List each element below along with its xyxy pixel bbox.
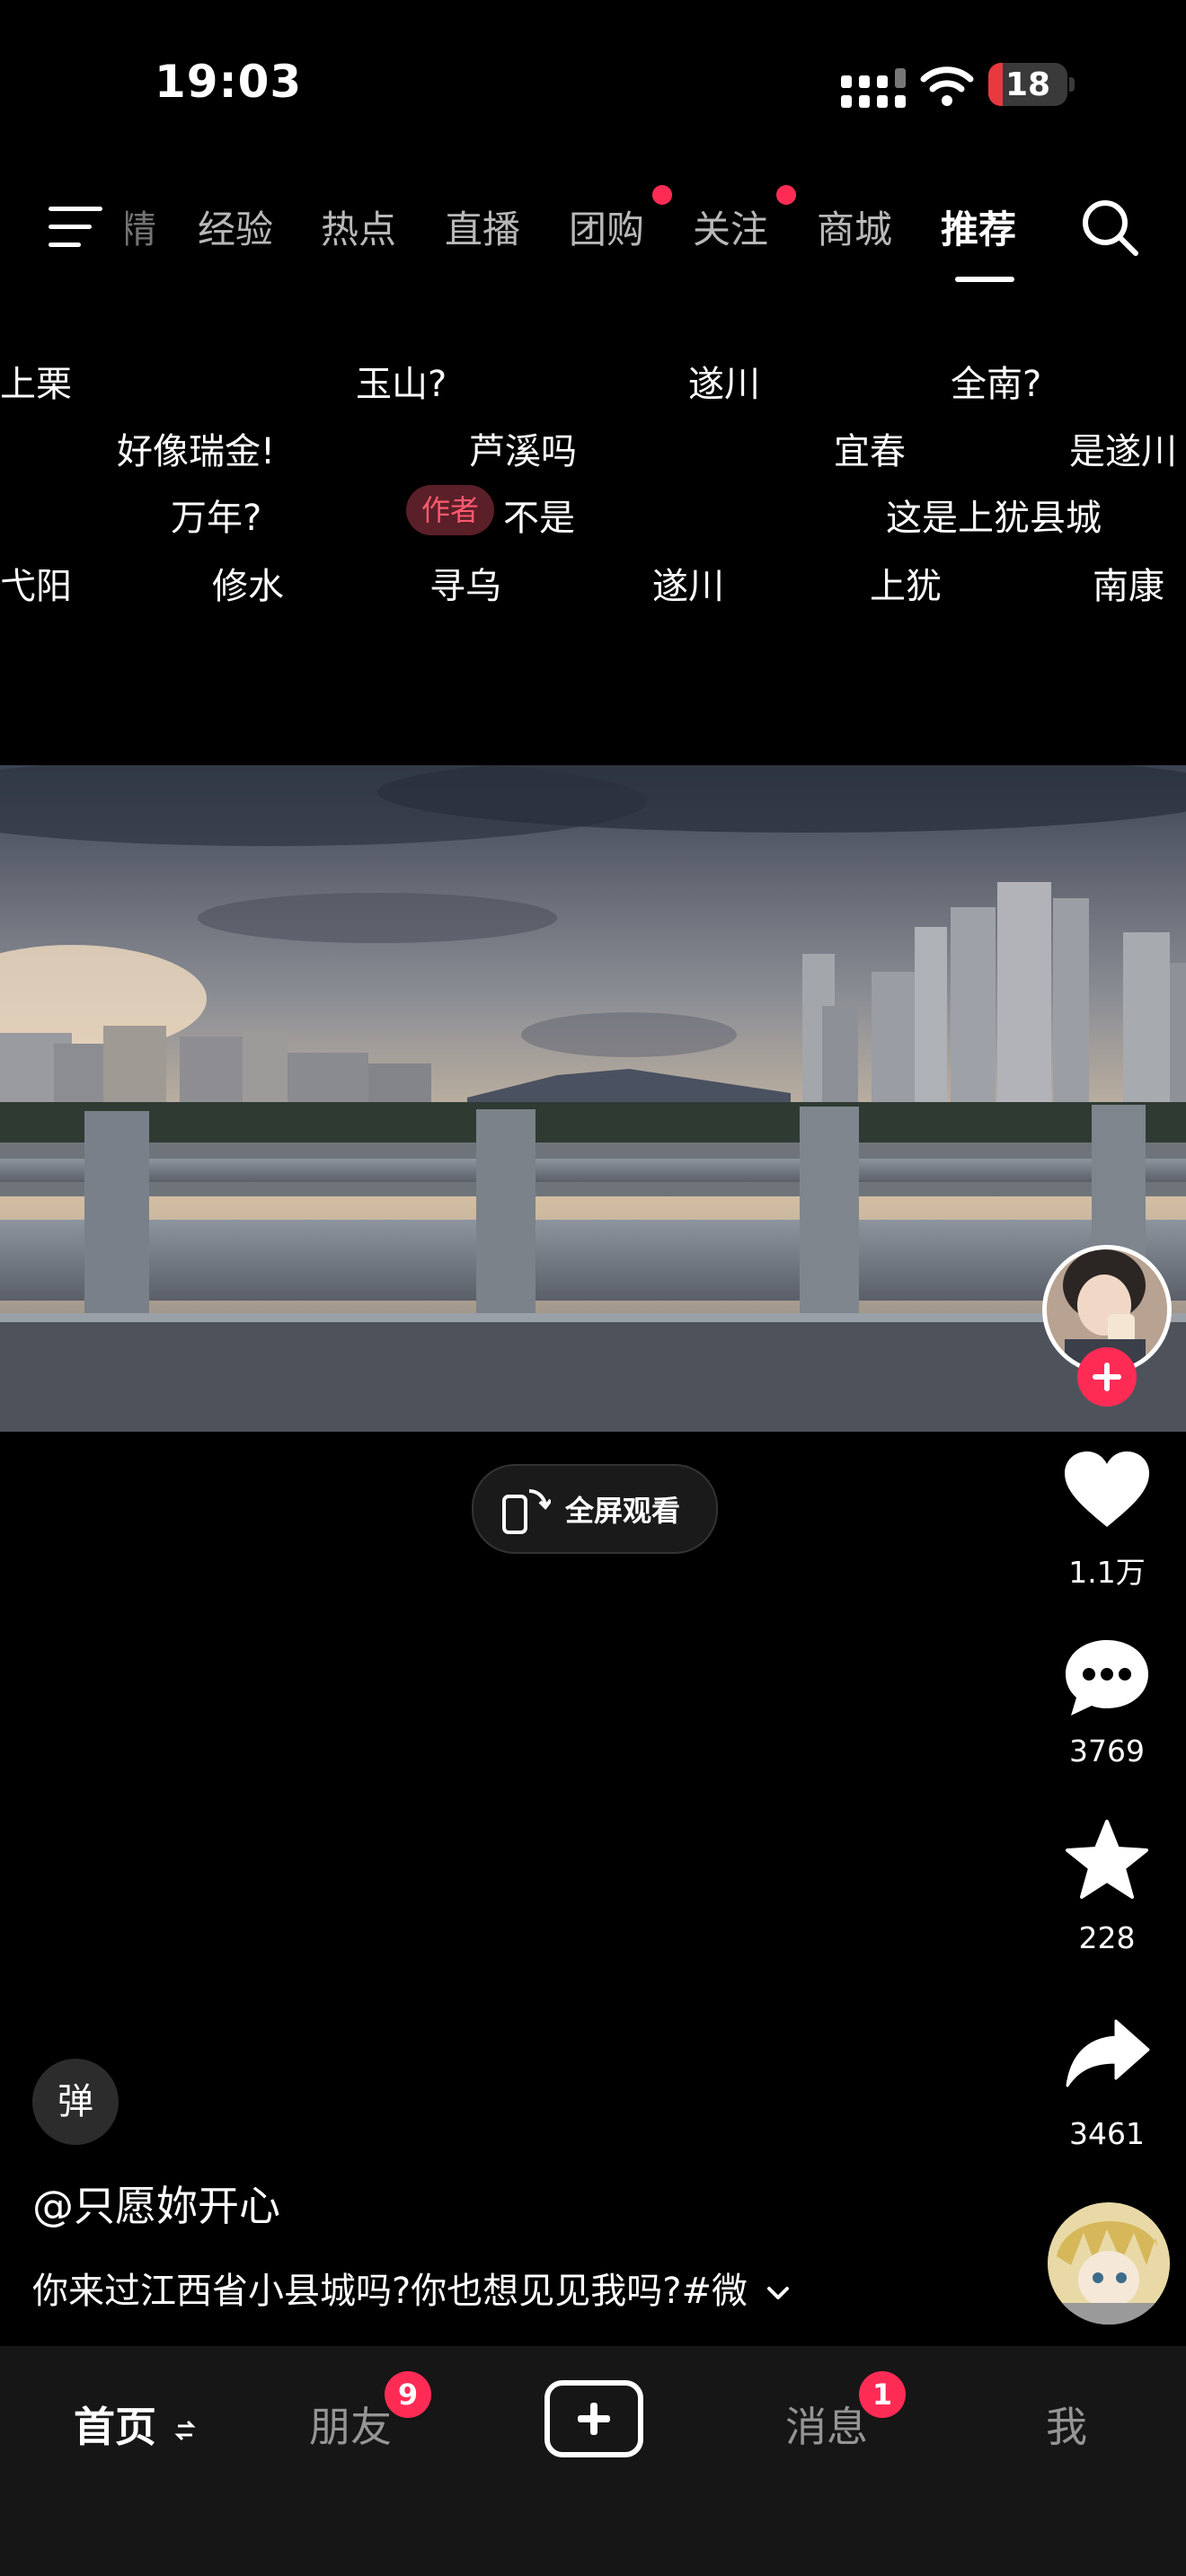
danmaku-toggle-button[interactable]: 弹 (32, 2059, 119, 2145)
danmaku-item: 芦溪吗 (469, 431, 577, 472)
danmaku-item: 宜春 (834, 431, 906, 472)
comment-icon[interactable] (1062, 1636, 1152, 1719)
tab-hot[interactable]: 热点 (321, 199, 396, 254)
caption-text: 你来过江西省小县城吗?你也想见见我吗?#微 (32, 2271, 748, 2312)
search-icon[interactable] (1078, 196, 1141, 259)
comment-count: 3769 (1069, 1734, 1145, 1769)
tab-group-buy[interactable]: 团购 (569, 199, 644, 254)
danmaku-item: 万年? (171, 498, 262, 539)
tab-mall[interactable]: 商城 (817, 199, 892, 254)
nav-home[interactable]: 首页 (74, 2395, 196, 2454)
danmaku-item: 修水 (212, 566, 284, 607)
top-tab-bar: 精 经验 热点 直播 团购 关注 商城 推荐 (0, 185, 1060, 271)
switch-icon (174, 2420, 196, 2440)
video-frame[interactable] (0, 765, 1186, 1432)
messages-badge: 1 (859, 2371, 906, 2418)
create-post-button[interactable] (544, 2380, 643, 2457)
tab-partial[interactable]: 精 (126, 199, 156, 254)
share-icon[interactable] (1066, 2017, 1150, 2087)
wifi-icon (920, 66, 974, 106)
music-disc[interactable] (1048, 2202, 1170, 2325)
danmaku-item: 不是 (503, 498, 575, 539)
battery-indicator: 18 (988, 63, 1078, 108)
plus-icon (1093, 1363, 1121, 1391)
plus-icon (578, 2403, 610, 2435)
danmaku-item: 遂川 (688, 364, 760, 405)
author-tag: 作者 (406, 485, 494, 535)
tab-experience[interactable]: 经验 (198, 199, 273, 254)
follow-button[interactable] (1077, 1347, 1137, 1407)
status-time: 19:03 (155, 56, 303, 108)
music-cover-icon (1048, 2202, 1170, 2325)
danmaku-item: 玉山? (356, 364, 447, 405)
active-tab-underline (955, 277, 1014, 282)
author-username[interactable]: @只愿妳开心 (32, 2174, 280, 2233)
battery-level: 18 (1005, 66, 1051, 103)
danmaku-item: 上栗 (0, 364, 72, 405)
danmaku-item: 上犹 (870, 566, 942, 607)
star-icon[interactable] (1064, 1818, 1150, 1901)
nav-me[interactable]: 我 (1046, 2395, 1087, 2454)
share-count: 3461 (1069, 2116, 1145, 2151)
tab-group-buy-dot (652, 185, 672, 205)
like-count: 1.1万 (1068, 1555, 1146, 1590)
cellular-signal-icon (841, 68, 906, 108)
favorite-count: 228 (1078, 1920, 1136, 1955)
fullscreen-button[interactable]: 全屏观看 (472, 1464, 718, 1554)
tab-following[interactable]: 关注 (693, 199, 768, 254)
friends-badge: 9 (385, 2371, 431, 2418)
danmaku-item: 南康 (1093, 566, 1164, 607)
nav-friends[interactable]: 朋友 (309, 2395, 392, 2454)
danmaku-item: 弋阳 (0, 566, 72, 607)
danmaku-item: 这是上犹县城 (886, 498, 1102, 539)
chevron-down-icon[interactable] (765, 2280, 792, 2307)
fullscreen-label: 全屏观看 (565, 1494, 681, 1528)
tab-recommend[interactable]: 推荐 (941, 199, 1016, 254)
danmaku-item: 全南? (951, 364, 1042, 405)
nav-home-label: 首页 (74, 2403, 156, 2451)
danmaku-item: 遂川 (652, 566, 724, 607)
nav-messages[interactable]: 消息 (785, 2395, 868, 2454)
danmaku-item: 好像瑞金! (117, 431, 276, 472)
tab-live[interactable]: 直播 (445, 199, 520, 254)
tab-following-dot (776, 185, 796, 205)
rotate-screen-icon (502, 1488, 551, 1534)
danmaku-item: 寻乌 (429, 566, 501, 607)
post-caption[interactable]: 你来过江西省小县城吗?你也想见见我吗?#微 (32, 2262, 792, 2314)
danmaku-item: 是遂川 (1069, 431, 1177, 472)
heart-icon[interactable] (1063, 1450, 1151, 1531)
